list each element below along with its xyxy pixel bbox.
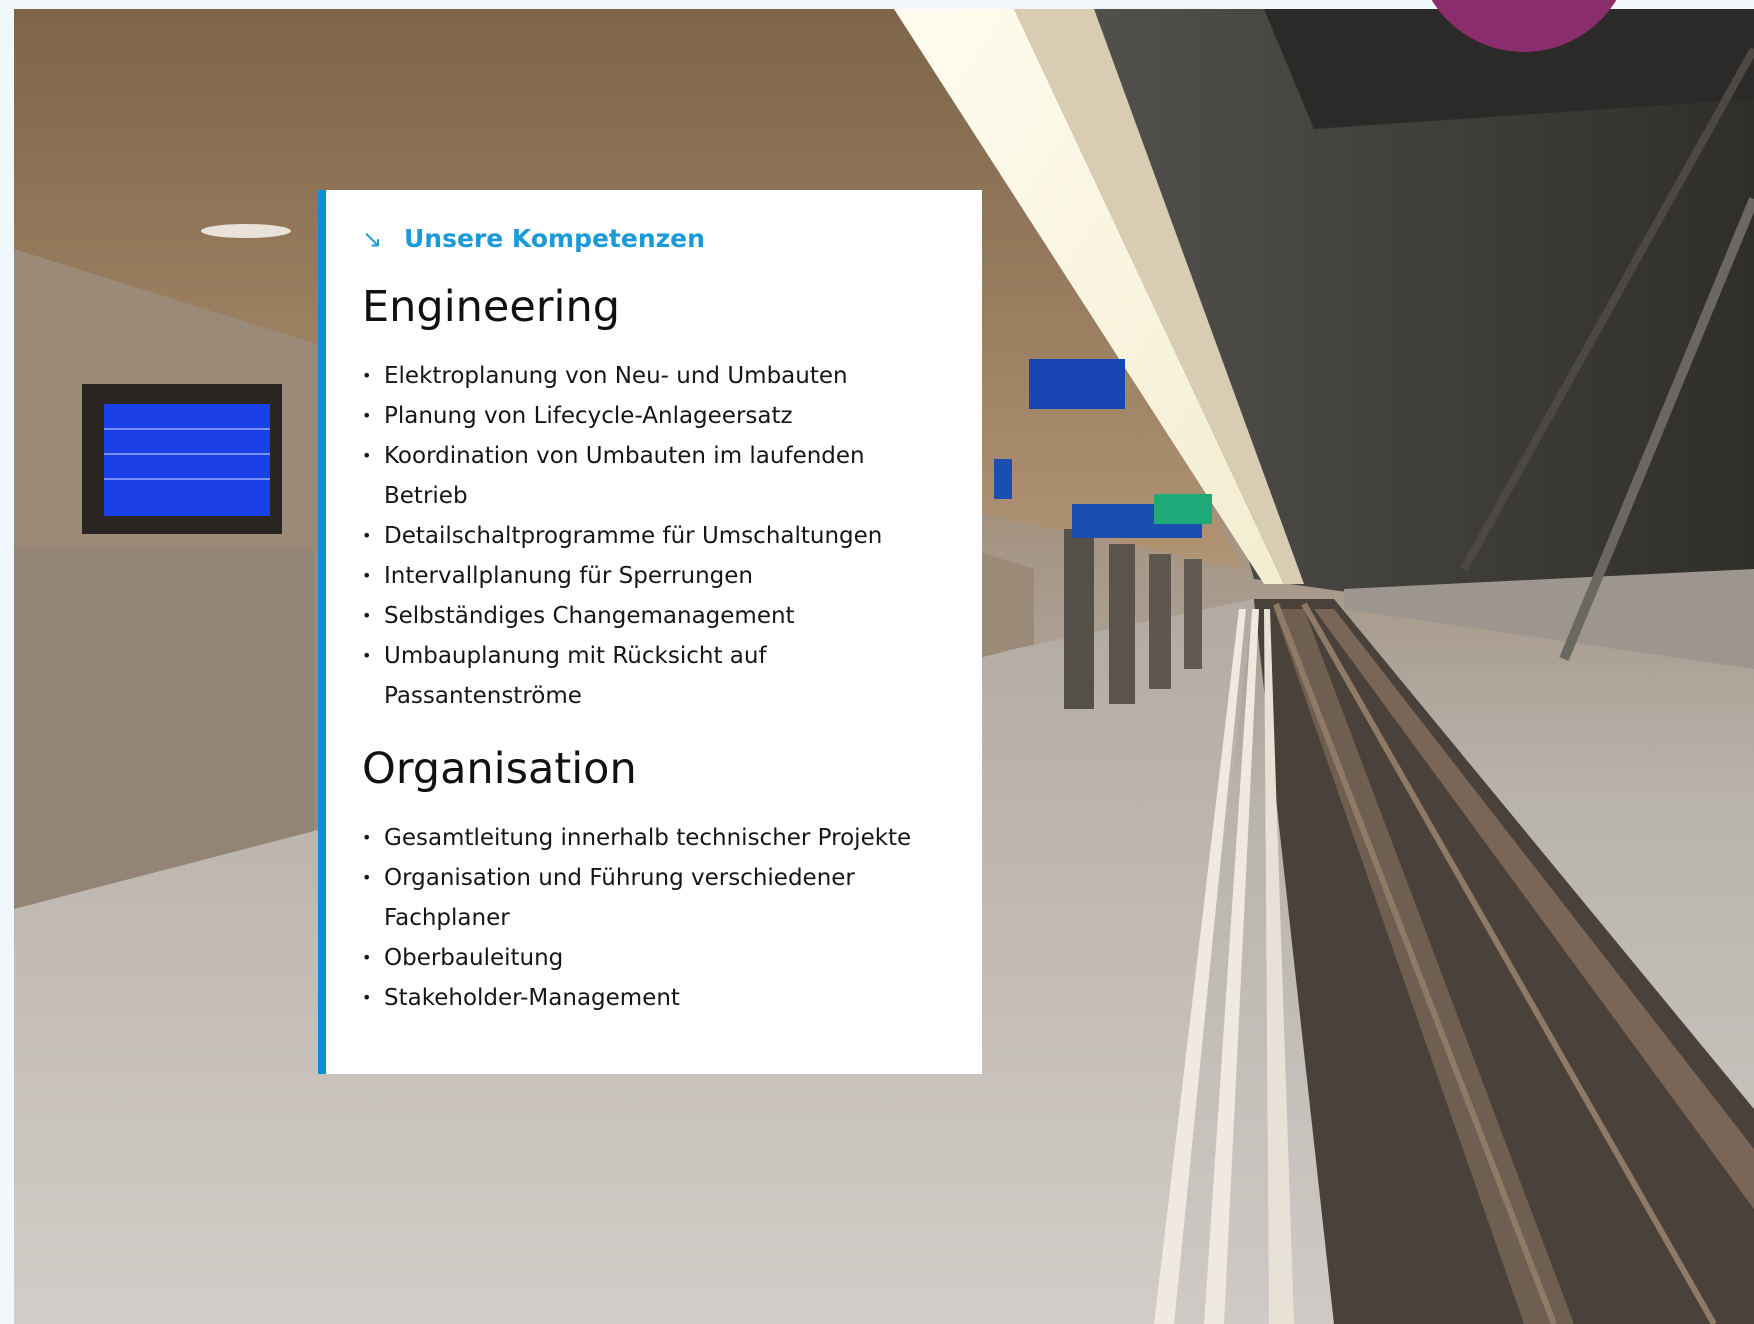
engineering-list: Elektroplanung von Neu- und Umbauten Pla… [362,356,946,716]
list-item: Koordination von Umbauten im laufenden B… [362,436,946,516]
kicker-label: Unsere Kompetenzen [404,224,705,253]
list-item: Selbständiges Changemanagement [362,596,946,636]
list-item: Detailschaltprogramme für Umschaltungen [362,516,946,556]
page: ↘ Unsere Kompetenzen Engineering Elektro… [0,0,1754,1324]
arrow-down-right-icon: ↘ [362,225,383,253]
list-item: Elektroplanung von Neu- und Umbauten [362,356,946,396]
list-item: Stakeholder-Management [362,978,946,1018]
list-item: Organisation und Führung verschiedener F… [362,858,946,938]
left-strip [0,0,14,1324]
list-item: Umbauplanung mit Rücksicht auf Passanten… [362,636,946,716]
kicker: ↘ Unsere Kompetenzen [362,224,946,254]
organisation-list: Gesamtleitung innerhalb technischer Proj… [362,818,946,1018]
list-item: Oberbauleitung [362,938,946,978]
section-title-engineering: Engineering [362,282,620,332]
section-title-organisation: Organisation [362,744,637,794]
list-item: Intervallplanung für Sperrungen [362,556,946,596]
competence-card: ↘ Unsere Kompetenzen Engineering Elektro… [318,190,982,1074]
list-item: Gesamtleitung innerhalb technischer Proj… [362,818,946,858]
list-item: Planung von Lifecycle-Anlageersatz [362,396,946,436]
